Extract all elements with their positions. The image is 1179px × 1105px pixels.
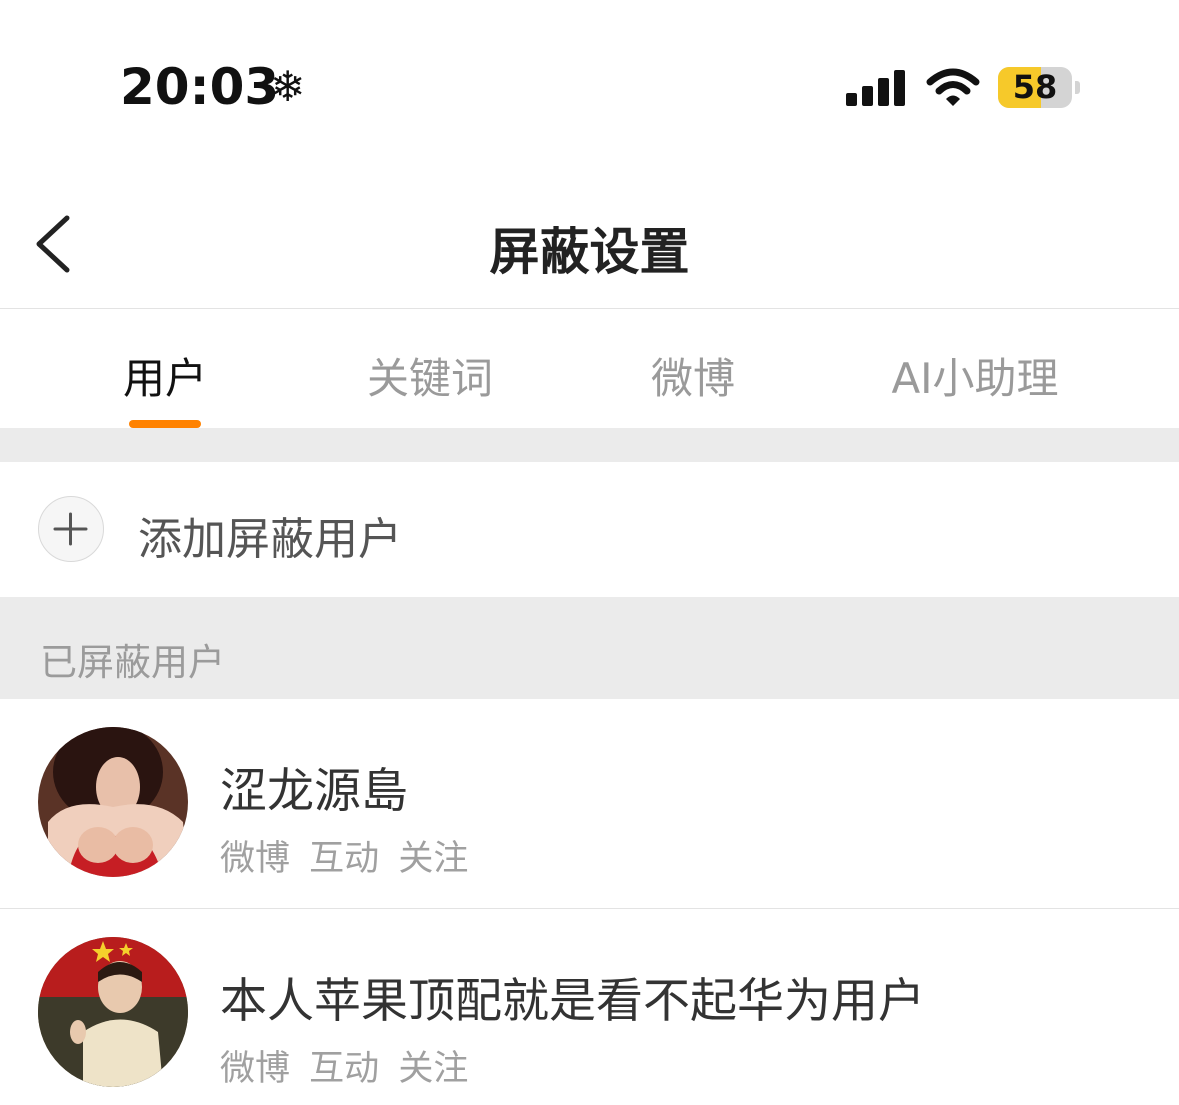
blocked-user-name: 涩龙源島 (220, 764, 408, 819)
tab-users[interactable]: 用户 (100, 345, 230, 406)
blocked-user-tags: 微博 互动 关注 (220, 830, 468, 881)
blocked-user-name: 本人苹果顶配就是看不起华为用户 (220, 974, 925, 1029)
snowflake-icon: ❄ (270, 62, 306, 111)
tabs-separator (0, 428, 1179, 462)
tab-ai-assistant[interactable]: AI小助理 (875, 345, 1075, 406)
battery-indicator: 58 (998, 67, 1072, 108)
header-divider (0, 308, 1179, 309)
tag-follow: 关注 (398, 1049, 469, 1089)
plus-icon (53, 512, 88, 546)
tag-interaction: 互动 (309, 839, 380, 879)
avatar[interactable] (38, 727, 188, 877)
tab-keywords[interactable]: 关键词 (350, 345, 510, 406)
tag-interaction: 互动 (309, 1049, 380, 1089)
tag-follow: 关注 (398, 839, 469, 879)
tag-weibo: 微博 (220, 1049, 291, 1089)
battery-level: 58 (1012, 68, 1058, 106)
status-time: 20:03 (120, 58, 280, 116)
blocked-user-tags: 微博 互动 关注 (220, 1040, 468, 1091)
add-blocked-user-label[interactable]: 添加屏蔽用户 (138, 503, 402, 567)
tag-weibo: 微博 (220, 839, 291, 879)
cellular-signal-icon (846, 70, 906, 106)
wifi-icon (926, 68, 980, 106)
blocked-users-section-title: 已屏蔽用户 (40, 641, 225, 684)
avatar[interactable] (38, 937, 188, 1087)
battery-cap (1075, 81, 1080, 94)
add-button[interactable] (38, 496, 104, 562)
tab-weibo[interactable]: 微博 (628, 345, 758, 406)
active-tab-indicator (129, 420, 201, 428)
page-title: 屏蔽设置 (489, 223, 690, 281)
